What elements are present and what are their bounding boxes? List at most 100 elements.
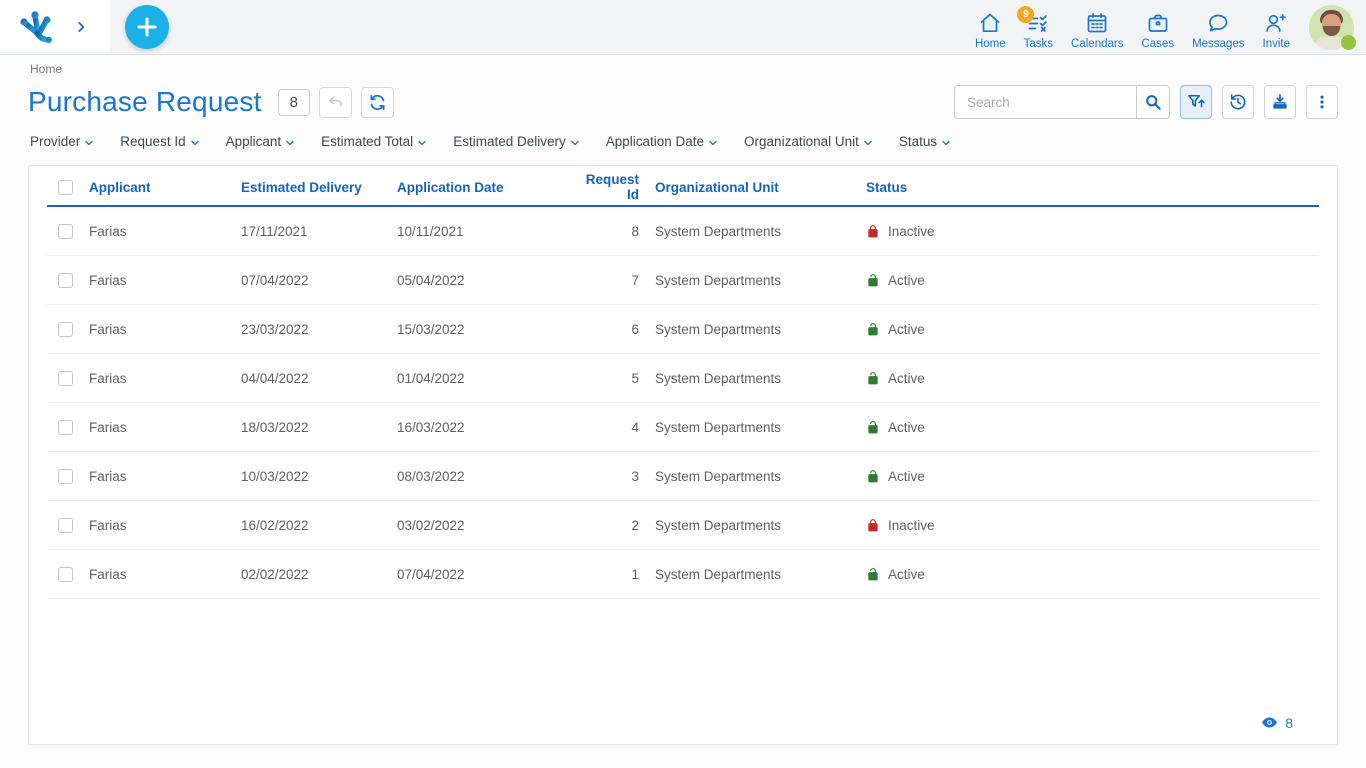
cell-applicant: Farias — [89, 567, 241, 582]
cell-application-date: 10/11/2021 — [397, 224, 571, 239]
filter-provider[interactable]: Provider — [30, 134, 95, 149]
filter-estimated-total[interactable]: Estimated Total — [321, 134, 428, 149]
cell-organizational-unit: System Departments — [639, 322, 866, 337]
cell-organizational-unit: System Departments — [639, 371, 866, 386]
nav-item-calendars[interactable]: Calendars — [1062, 4, 1132, 50]
cell-request-id: 5 — [571, 371, 639, 386]
chevron-down-icon — [416, 135, 428, 149]
undo-button[interactable] — [319, 87, 352, 118]
row-checkbox[interactable] — [58, 567, 73, 582]
cell-organizational-unit: System Departments — [639, 420, 866, 435]
filter-estimated-delivery[interactable]: Estimated Delivery — [453, 134, 581, 149]
filter-request-id[interactable]: Request Id — [120, 134, 200, 149]
nav-item-invite[interactable]: Invite — [1254, 4, 1300, 50]
cell-status: Active — [866, 567, 1319, 582]
search-group — [954, 85, 1170, 119]
cell-request-id: 4 — [571, 420, 639, 435]
filter-label: Applicant — [226, 134, 282, 149]
nav-item-cases[interactable]: Cases — [1132, 4, 1183, 50]
export-button[interactable] — [1264, 85, 1296, 119]
undo-icon — [326, 93, 345, 112]
cell-status: Active — [866, 322, 1319, 337]
lock-open-icon — [866, 420, 880, 435]
briefcase-icon — [1145, 10, 1171, 36]
user-avatar[interactable] — [1309, 5, 1354, 50]
calendar-icon — [1084, 10, 1110, 36]
lock-open-icon — [866, 371, 880, 386]
cell-applicant: Farias — [89, 224, 241, 239]
status-label: Inactive — [888, 518, 935, 533]
record-count-badge: 8 — [278, 89, 310, 116]
new-request-button[interactable] — [125, 5, 169, 49]
cell-status: Inactive — [866, 224, 1319, 239]
chevron-down-icon — [940, 135, 952, 149]
invite-icon — [1263, 10, 1289, 36]
status-label: Active — [888, 273, 925, 288]
table-row[interactable]: Farias04/04/202201/04/20225System Depart… — [47, 354, 1319, 403]
table-row[interactable]: Farias07/04/202205/04/20227System Depart… — [47, 256, 1319, 305]
filter-upload-icon — [1186, 92, 1206, 112]
filter-applicant[interactable]: Applicant — [226, 134, 297, 149]
sidebar-expand-chevron-icon[interactable] — [74, 20, 88, 34]
row-checkbox[interactable] — [58, 518, 73, 533]
search-input[interactable] — [954, 85, 1136, 119]
cell-applicant: Farias — [89, 518, 241, 533]
more-options-button[interactable] — [1306, 85, 1338, 119]
nav-item-tasks[interactable]: 9 Tasks — [1015, 4, 1062, 50]
row-checkbox[interactable] — [58, 224, 73, 239]
list-actions — [954, 85, 1338, 119]
chevron-down-icon — [707, 135, 719, 149]
app-logo-area — [0, 0, 110, 54]
column-header-organizational-unit[interactable]: Organizational Unit — [639, 180, 866, 195]
cell-application-date: 03/02/2022 — [397, 518, 571, 533]
cell-organizational-unit: System Departments — [639, 567, 866, 582]
cell-application-date: 07/04/2022 — [397, 567, 571, 582]
column-header-request-id[interactable]: Request Id — [571, 172, 639, 202]
column-header-estimated-delivery[interactable]: Estimated Delivery — [241, 180, 397, 195]
table-row[interactable]: Farias16/02/202203/02/20222System Depart… — [47, 501, 1319, 550]
row-checkbox[interactable] — [58, 322, 73, 337]
table-row[interactable]: Farias10/03/202208/03/20223System Depart… — [47, 452, 1319, 501]
column-header-applicant[interactable]: Applicant — [89, 180, 241, 195]
lock-open-icon — [866, 322, 880, 337]
search-button[interactable] — [1136, 85, 1170, 119]
row-checkbox[interactable] — [58, 469, 73, 484]
filter-status[interactable]: Status — [899, 134, 952, 149]
filter-organizational-unit[interactable]: Organizational Unit — [744, 134, 874, 149]
select-all-checkbox[interactable] — [58, 180, 73, 195]
refresh-button[interactable] — [361, 87, 394, 118]
table-row[interactable]: Farias02/02/202207/04/20221System Depart… — [47, 550, 1319, 599]
page-title: Purchase Request — [28, 86, 262, 118]
cell-estimated-delivery: 10/03/2022 — [241, 469, 397, 484]
nav-item-messages[interactable]: Messages — [1183, 4, 1253, 50]
row-checkbox[interactable] — [58, 420, 73, 435]
filter-application-date[interactable]: Application Date — [606, 134, 719, 149]
app-logo-icon[interactable] — [14, 8, 56, 46]
visible-rows-count: 8 — [1285, 715, 1293, 731]
nav-item-home[interactable]: Home — [966, 4, 1015, 50]
table-row[interactable]: Farias17/11/202110/11/20218System Depart… — [47, 207, 1319, 256]
column-header-application-date[interactable]: Application Date — [397, 180, 571, 195]
save-filter-button[interactable] — [1180, 85, 1212, 119]
filter-label: Estimated Total — [321, 134, 413, 149]
column-header-status[interactable]: Status — [866, 180, 1319, 195]
status-label: Active — [888, 567, 925, 582]
message-icon — [1205, 10, 1231, 36]
table-row[interactable]: Farias18/03/202216/03/20224System Depart… — [47, 403, 1319, 452]
filter-label: Status — [899, 134, 937, 149]
lock-open-icon — [866, 469, 880, 484]
row-checkbox[interactable] — [58, 371, 73, 386]
column-filter-row: Provider Request Id Applicant Estimated Tot… — [30, 134, 1336, 149]
history-button[interactable] — [1222, 85, 1254, 119]
breadcrumb[interactable]: Home — [30, 62, 62, 76]
cell-application-date: 08/03/2022 — [397, 469, 571, 484]
row-checkbox[interactable] — [58, 273, 73, 288]
cell-request-id: 2 — [571, 518, 639, 533]
cell-status: Active — [866, 273, 1319, 288]
history-icon — [1228, 92, 1248, 112]
cell-request-id: 1 — [571, 567, 639, 582]
chevron-down-icon — [284, 135, 296, 149]
table-body: Farias17/11/202110/11/20218System Depart… — [29, 207, 1337, 599]
table-row[interactable]: Farias23/03/202215/03/20226System Depart… — [47, 305, 1319, 354]
refresh-icon — [368, 93, 387, 112]
